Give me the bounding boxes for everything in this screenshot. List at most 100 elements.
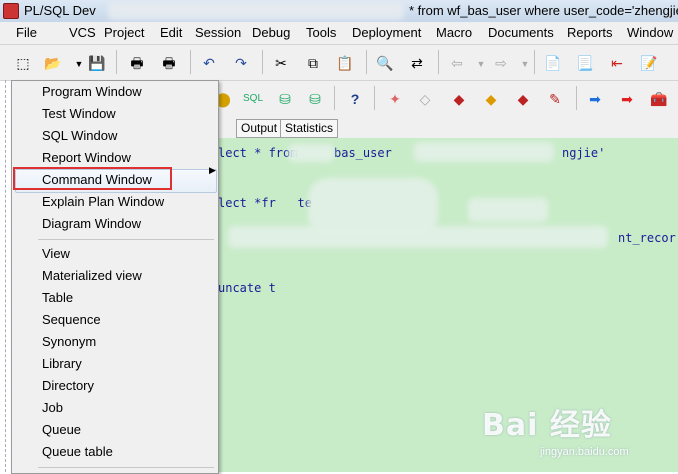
watermark-url: jingyan.baidu.com bbox=[540, 446, 629, 458]
chevron-down-icon[interactable]: ▼ bbox=[472, 55, 490, 73]
menu-item-library[interactable]: Library bbox=[42, 353, 82, 375]
menu-separator bbox=[38, 239, 214, 240]
toolbar-separator bbox=[262, 50, 263, 74]
menu-deployment[interactable]: Deployment bbox=[352, 25, 421, 40]
toolbar-separator bbox=[576, 86, 577, 110]
eraser-icon[interactable]: ◇ bbox=[416, 90, 434, 108]
main-toolbar: ⬚ 📂 ▼ 💾 🖶 🖶 ↶ ↷ ✂ ⧉ 📋 🔍 ⇄ ⇦ ▼ ⇨ ▼ 📄 📃 ⇤ … bbox=[0, 45, 678, 81]
toolbox-icon[interactable]: 🧰 bbox=[650, 90, 668, 108]
save-icon[interactable]: 💾 bbox=[88, 54, 106, 72]
menu-item-queue[interactable]: Queue bbox=[42, 419, 81, 441]
menu-item-diagram-window[interactable]: Diagram Window bbox=[42, 213, 141, 235]
navigate-forward-icon[interactable]: ⇨ bbox=[492, 54, 510, 72]
dock-border bbox=[5, 80, 7, 472]
brush-icon[interactable]: ✎ bbox=[546, 90, 564, 108]
navigate-back-icon[interactable]: ⇦ bbox=[448, 54, 466, 72]
code-line-2: lect *fr te bbox=[218, 196, 312, 210]
result-tabs: Output Statistics bbox=[218, 117, 678, 138]
blurred-region bbox=[414, 142, 554, 162]
tab-statistics[interactable]: Statistics bbox=[280, 119, 339, 138]
menu-tools[interactable]: Tools bbox=[306, 25, 336, 40]
chevron-down-icon[interactable]: ▼ bbox=[516, 55, 534, 73]
document-remove-icon[interactable]: ⇤ bbox=[608, 54, 626, 72]
bookmark-icon[interactable]: ◆ bbox=[514, 90, 532, 108]
new-icon[interactable]: ⬚ bbox=[14, 54, 32, 72]
menu-item-view[interactable]: View bbox=[42, 243, 70, 265]
blurred-region bbox=[228, 226, 608, 248]
menu-item-report-window[interactable]: Report Window bbox=[42, 147, 131, 169]
menu-item-synonym[interactable]: Synonym bbox=[42, 331, 96, 353]
undo-icon[interactable]: ↶ bbox=[200, 54, 218, 72]
menu-item-explain-plan-window[interactable]: Explain Plan Window bbox=[42, 191, 164, 213]
menu-bar: File VCS Project Edit Session Debug Tool… bbox=[0, 22, 678, 45]
menu-item-job[interactable]: Job bbox=[42, 397, 63, 419]
code-line-1a: lect * from bbox=[218, 146, 298, 160]
toolbar-separator bbox=[334, 86, 335, 110]
menu-item-test-window[interactable]: Test Window bbox=[42, 103, 116, 125]
red-book-icon[interactable]: ◆ bbox=[450, 90, 468, 108]
redo-icon[interactable]: ↷ bbox=[232, 54, 250, 72]
blurred-region bbox=[468, 198, 548, 222]
yellow-book-icon[interactable]: ◆ bbox=[482, 90, 500, 108]
find-replace-icon[interactable]: ⇄ bbox=[408, 54, 426, 72]
blurred-region bbox=[288, 144, 334, 162]
menu-item-materialized-view[interactable]: Materialized view bbox=[42, 265, 142, 287]
arrow-right-red-icon[interactable]: ➡ bbox=[618, 90, 636, 108]
toolbar-separator bbox=[374, 86, 375, 110]
print-icon[interactable]: 🖶 bbox=[128, 54, 146, 72]
pin-icon[interactable]: ✦ bbox=[386, 90, 404, 108]
submenu-arrow-icon: ▶ bbox=[209, 165, 216, 175]
menu-debug[interactable]: Debug bbox=[252, 25, 290, 40]
toolbar-separator bbox=[366, 50, 367, 74]
annotation-highlight-box bbox=[13, 167, 172, 190]
menu-project[interactable]: Project bbox=[104, 25, 144, 40]
chevron-down-icon[interactable]: ▼ bbox=[70, 55, 88, 73]
code-line-3: nt_recor bbox=[618, 231, 676, 245]
document-edit-icon[interactable]: 📝 bbox=[640, 54, 658, 72]
database-refresh-icon[interactable]: ⛁ bbox=[306, 90, 324, 108]
paste-icon[interactable]: 📋 bbox=[336, 54, 354, 72]
plsql-app-icon bbox=[3, 3, 19, 19]
cut-icon[interactable]: ✂ bbox=[272, 54, 290, 72]
menu-edit[interactable]: Edit bbox=[160, 25, 182, 40]
toolbar-separator bbox=[190, 50, 191, 74]
menu-item-sql-window[interactable]: SQL Window bbox=[42, 125, 117, 147]
code-line-1b: bas_user bbox=[334, 146, 392, 160]
document-check-icon[interactable]: 📄 bbox=[544, 54, 562, 72]
title-bar: PL/SQL Dev * from wf_bas_user where user… bbox=[0, 0, 678, 23]
tab-output[interactable]: Output bbox=[236, 119, 283, 138]
code-line-1c: ngjie' bbox=[562, 146, 606, 160]
secondary-toolbar: ⬤ SQL ⛁ ⛁ ? ✦ ◇ ◆ ◆ ◆ ✎ ➡ ➡ 🧰 bbox=[215, 81, 678, 117]
toolbar-separator bbox=[534, 50, 535, 74]
menu-item-sequence[interactable]: Sequence bbox=[42, 309, 101, 331]
menu-documents[interactable]: Documents bbox=[488, 25, 554, 40]
menu-reports[interactable]: Reports bbox=[567, 25, 613, 40]
menu-macro[interactable]: Macro bbox=[436, 25, 472, 40]
menu-separator bbox=[38, 467, 214, 468]
arrow-right-blue-icon[interactable]: ➡ bbox=[586, 90, 604, 108]
menu-item-queue-table[interactable]: Queue table bbox=[42, 441, 113, 463]
menu-window[interactable]: Window bbox=[627, 25, 673, 40]
database-icon[interactable]: ⛁ bbox=[276, 90, 294, 108]
print-preview-icon[interactable]: 🖶 bbox=[160, 54, 178, 72]
copy-icon[interactable]: ⧉ bbox=[304, 54, 322, 72]
open-folder-icon[interactable]: 📂 bbox=[44, 54, 62, 72]
baidu-watermark: Bai 经验 bbox=[482, 408, 612, 443]
code-line-4: uncate t bbox=[218, 281, 276, 295]
window-title: PL/SQL Dev bbox=[24, 3, 96, 18]
menu-file[interactable]: File bbox=[16, 25, 37, 40]
menu-item-directory[interactable]: Directory bbox=[42, 375, 94, 397]
menu-item-table[interactable]: Table bbox=[42, 287, 73, 309]
toolbar-separator bbox=[116, 50, 117, 74]
menu-session[interactable]: Session bbox=[195, 25, 241, 40]
find-icon[interactable]: 🔍 bbox=[376, 54, 394, 72]
new-window-dropdown: Program Window ▶ Test Window SQL Window … bbox=[11, 80, 219, 474]
toolbar-separator bbox=[438, 50, 439, 74]
help-icon[interactable]: ? bbox=[346, 90, 364, 108]
blurred-region bbox=[108, 2, 404, 20]
menu-vcs[interactable]: VCS bbox=[69, 25, 96, 40]
window-title-query: * from wf_bas_user where user_code='zhen… bbox=[409, 3, 678, 18]
sql-icon[interactable]: SQL bbox=[243, 90, 263, 108]
menu-item-program-window[interactable]: Program Window bbox=[42, 81, 142, 103]
document-list-icon[interactable]: 📃 bbox=[576, 54, 594, 72]
